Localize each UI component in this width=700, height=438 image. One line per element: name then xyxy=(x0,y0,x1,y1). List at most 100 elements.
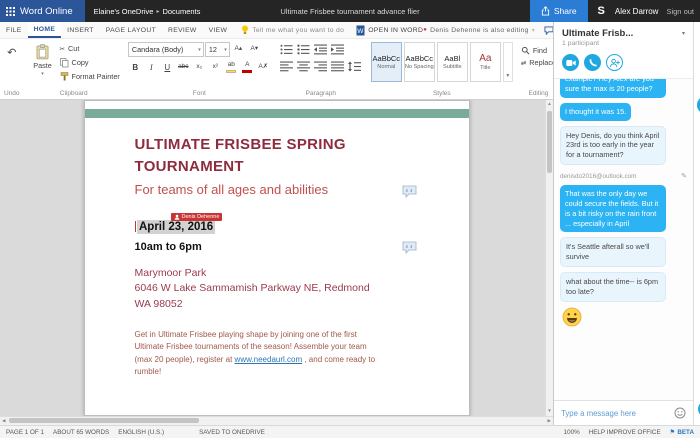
font-name-select[interactable]: Candara (Body)▾ xyxy=(128,42,204,57)
increase-indent-icon xyxy=(331,44,344,55)
flier-body: Get in Ultimate Frisbee playing shape by… xyxy=(135,329,387,379)
emoticon-picker-icon[interactable] xyxy=(674,407,686,419)
chat-message: I thought it was 15. xyxy=(560,103,631,121)
italic-button[interactable]: I xyxy=(144,60,159,75)
numbering-icon xyxy=(297,44,310,55)
align-right-button[interactable] xyxy=(313,59,329,73)
voice-call-button[interactable] xyxy=(584,54,601,71)
strikethrough-button[interactable]: abc xyxy=(176,60,191,75)
tab-file[interactable]: FILE xyxy=(0,22,28,38)
grow-font-button[interactable]: A▴ xyxy=(231,42,246,57)
beta-toggle[interactable]: ⚑ BETA xyxy=(670,429,694,436)
shrink-font-button[interactable]: A▾ xyxy=(247,42,262,57)
underline-button[interactable]: U xyxy=(160,60,175,75)
numbering-button[interactable] xyxy=(296,42,312,56)
document-page[interactable]: ULTIMATE FRISBEE SPRINGTOURNAMENT For te… xyxy=(84,100,470,416)
tell-me-box[interactable]: Tell me what you want to do xyxy=(241,22,344,38)
chat-emoji-message xyxy=(562,307,685,329)
tab-view[interactable]: VIEW xyxy=(203,22,234,38)
decrease-indent-button[interactable] xyxy=(313,42,329,56)
ribbon-toolbar: ↶ Undo Paste ▾ ✂Cut Copy xyxy=(0,39,553,100)
coauthor-presence[interactable]: ● Denis Dehenne is also editing ▾ xyxy=(423,22,535,38)
font-size-select[interactable]: 12▾ xyxy=(205,42,230,57)
cut-button[interactable]: ✂Cut xyxy=(60,42,120,55)
increase-indent-button[interactable] xyxy=(330,42,346,56)
breadcrumb: Elaine's OneDrive ▸ Documents xyxy=(94,7,201,16)
copy-button[interactable]: Copy xyxy=(60,56,120,69)
flier-subtitle: For teams of all ages and abilities xyxy=(135,182,409,197)
coauthor-flag[interactable]: Denis Dehenne xyxy=(171,213,223,221)
app-brand[interactable]: Word Online xyxy=(0,0,85,22)
video-call-button[interactable] xyxy=(562,54,579,71)
grow-font-icon: A▴ xyxy=(235,46,243,53)
comment-icon[interactable] xyxy=(402,241,417,256)
clear-formatting-button[interactable]: A✗ xyxy=(256,60,271,75)
ribbon-group-undo: ↶ Undo xyxy=(4,42,20,99)
line-spacing-button[interactable] xyxy=(347,59,363,73)
paste-icon xyxy=(36,44,49,60)
scrollbar-thumb[interactable] xyxy=(9,418,199,423)
align-left-button[interactable] xyxy=(279,59,295,73)
help-improve-office-link[interactable]: HELP IMPROVE OFFICE xyxy=(589,429,661,436)
chat-title-row[interactable]: Ultimate Frisb... ▾ xyxy=(562,28,685,39)
horizontal-scrollbar[interactable]: ◀ ▶ xyxy=(0,416,553,426)
group-label-editing: Editing xyxy=(528,89,548,99)
style-subtitle[interactable]: AaBlSubtitle xyxy=(437,42,468,82)
replace-button[interactable]: ⇄Replace xyxy=(521,58,553,67)
group-label-paragraph: Paragraph xyxy=(306,89,336,99)
word-count[interactable]: ABOUT 65 WORDS xyxy=(53,429,109,436)
bold-button[interactable]: B xyxy=(128,60,143,75)
style-title[interactable]: AaTitle xyxy=(470,42,501,82)
scrollbar-thumb[interactable] xyxy=(547,111,552,173)
paste-button[interactable]: Paste ▾ xyxy=(28,42,58,77)
zoom-level[interactable]: 100% xyxy=(564,429,580,436)
skype-icon[interactable]: S xyxy=(596,5,607,17)
italic-icon: I xyxy=(150,64,153,72)
group-label-font: Font xyxy=(193,89,206,99)
format-painter-button[interactable]: Format Painter xyxy=(60,70,120,83)
style-no-spacing[interactable]: AaBbCcNo Spacing xyxy=(404,42,435,82)
scroll-left-icon[interactable]: ◀ xyxy=(2,417,5,426)
justify-button[interactable] xyxy=(330,59,346,73)
chat-message: It's Seattle afterall so we'll survive xyxy=(560,237,666,267)
style-normal[interactable]: AaBbCcNormal xyxy=(371,42,402,82)
breadcrumb-folder[interactable]: Documents xyxy=(162,7,200,16)
chat-input[interactable] xyxy=(561,409,670,418)
subscript-icon: x₂ xyxy=(196,64,202,71)
tab-insert[interactable]: INSERT xyxy=(61,22,100,38)
document-title[interactable]: Ultimate Frisbee tournament advance flie… xyxy=(200,7,500,16)
highlight-color-button[interactable]: ab xyxy=(224,60,239,75)
comment-icon[interactable] xyxy=(402,185,417,200)
undo-button[interactable]: ↶ xyxy=(4,46,19,61)
styles-more-button[interactable]: ▼ xyxy=(503,42,513,82)
app-launcher-icon[interactable] xyxy=(6,7,15,16)
user-name[interactable]: Alex Darrow xyxy=(615,7,659,16)
paste-label: Paste xyxy=(33,61,52,70)
vertical-scrollbar[interactable]: ▲ ▼ xyxy=(545,100,553,416)
scroll-right-icon[interactable]: ▶ xyxy=(548,417,551,426)
align-center-button[interactable] xyxy=(296,59,312,73)
share-button[interactable]: Share xyxy=(530,0,588,22)
tab-home[interactable]: HOME xyxy=(28,22,62,38)
superscript-button[interactable]: x² xyxy=(208,60,223,75)
font-color-button[interactable]: A xyxy=(240,60,255,75)
bullets-button[interactable] xyxy=(279,42,295,56)
presence-dot-icon: ● xyxy=(423,27,427,33)
language[interactable]: ENGLISH (U.S.) xyxy=(118,429,164,436)
top-bar: Word Online Elaine's OneDrive ▸ Document… xyxy=(0,0,700,22)
scroll-down-icon[interactable]: ▼ xyxy=(547,407,551,416)
group-label-clipboard: Clipboard xyxy=(60,89,88,99)
tab-page-layout[interactable]: PAGE LAYOUT xyxy=(100,22,162,38)
breadcrumb-separator-icon: ▸ xyxy=(156,8,159,15)
scroll-up-icon[interactable]: ▲ xyxy=(547,100,551,109)
find-button[interactable]: Find xyxy=(521,46,547,55)
flier-link[interactable]: www.needaurl.com xyxy=(235,355,303,364)
tell-me-label: Tell me what you want to do xyxy=(252,27,344,34)
tab-review[interactable]: REVIEW xyxy=(162,22,203,38)
subscript-button[interactable]: x₂ xyxy=(192,60,207,75)
add-participant-button[interactable] xyxy=(606,54,623,71)
open-in-word-button[interactable]: W OPEN IN WORD xyxy=(356,22,423,38)
justify-icon xyxy=(331,61,344,72)
sign-out-link[interactable]: Sign out xyxy=(666,7,694,16)
breadcrumb-owner[interactable]: Elaine's OneDrive xyxy=(94,7,154,16)
